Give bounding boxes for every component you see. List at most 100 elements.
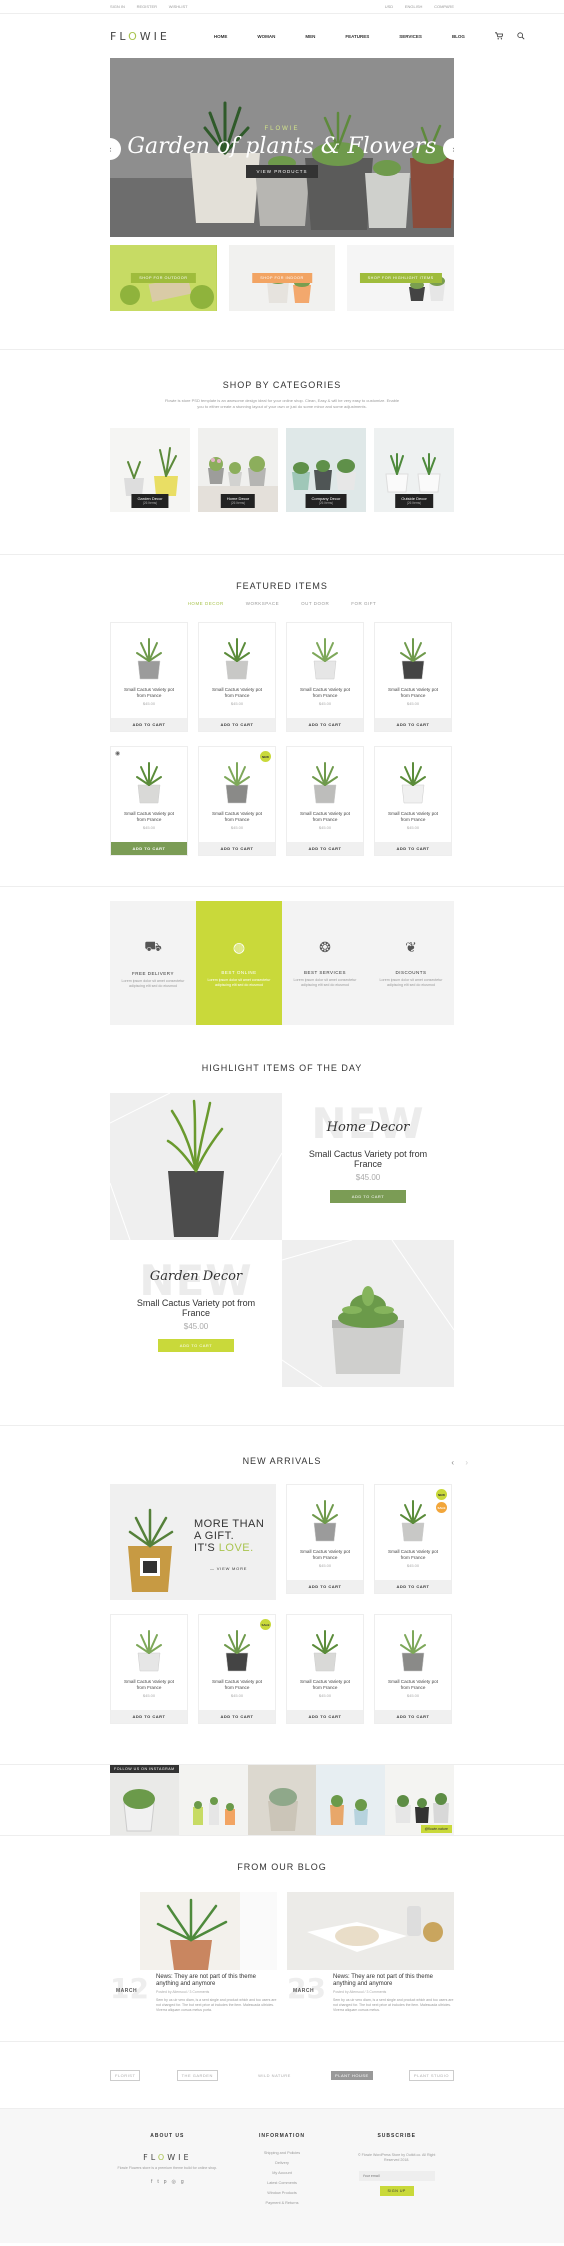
product-card[interactable]: Small Cactus Variety pot from France $45.… bbox=[110, 1614, 188, 1724]
view-more-link[interactable]: — VIEW MORE bbox=[210, 1566, 247, 1571]
register-link[interactable]: REGISTER bbox=[137, 4, 157, 9]
footer-link[interactable]: My Account bbox=[225, 2169, 340, 2177]
add-to-cart-button[interactable]: ADD TO CART bbox=[199, 718, 275, 731]
add-to-cart-button[interactable]: ADD TO CART bbox=[375, 1580, 451, 1593]
footer-link[interactable]: Delivery bbox=[225, 2159, 340, 2167]
add-to-cart-button[interactable]: ADD TO CART bbox=[287, 842, 363, 855]
product-card[interactable]: Small Cactus Variety pot from France $45.… bbox=[286, 1614, 364, 1724]
footer-link[interactable]: Window Products bbox=[225, 2189, 340, 2197]
instagram-photo[interactable] bbox=[247, 1765, 317, 1835]
nav-services[interactable]: SERVICES bbox=[399, 34, 422, 39]
instagram-photo[interactable] bbox=[178, 1765, 248, 1835]
highlight-script-title: Garden Decor bbox=[149, 1269, 243, 1284]
search-icon[interactable] bbox=[517, 32, 525, 40]
promo-highlight[interactable]: SHOP FOR HIGHLIGHT ITEMS bbox=[347, 245, 455, 311]
footer-about-text: Flowie Flowers store is a premium theme … bbox=[117, 2166, 218, 2170]
sign-up-button[interactable]: SIGN UP bbox=[379, 2186, 414, 2196]
instagram-icon[interactable]: ◎ bbox=[172, 2179, 176, 2185]
subscribe-email-input[interactable] bbox=[358, 2171, 435, 2181]
blog-cake-image bbox=[307, 1906, 443, 1952]
footer-logo[interactable]: FLOWIE bbox=[110, 2153, 225, 2162]
cart-icon[interactable] bbox=[494, 32, 503, 40]
nav-men[interactable]: MEN bbox=[305, 34, 315, 39]
language-select[interactable]: ENGLISH bbox=[405, 4, 423, 9]
shop-highlight-button[interactable]: SHOP FOR HIGHLIGHT ITEMS bbox=[359, 273, 442, 283]
add-to-cart-button[interactable]: ADD TO CART bbox=[287, 718, 363, 731]
add-to-cart-button[interactable]: ADD TO CART bbox=[287, 1710, 363, 1723]
arrivals-prev-icon[interactable]: ‹ bbox=[451, 1458, 454, 1467]
blog-post[interactable]: 23 MARCH News: They are not part of this … bbox=[287, 1892, 454, 2013]
site-logo[interactable]: FLOWIE bbox=[110, 30, 170, 43]
add-to-cart-button[interactable]: ADD TO CART bbox=[329, 1190, 407, 1203]
product-card[interactable]: Small Cactus Variety pot from France $45.… bbox=[286, 622, 364, 732]
blog-post-title[interactable]: News: They are not part of this theme an… bbox=[333, 1974, 454, 1988]
nav-features[interactable]: FEATURES bbox=[345, 34, 369, 39]
instagram-photo[interactable] bbox=[110, 1765, 179, 1835]
tab-for-gift[interactable]: FOR GIFT bbox=[351, 601, 376, 606]
add-to-cart-button[interactable]: ADD TO CART bbox=[111, 1710, 187, 1723]
product-card[interactable]: Small Cactus Variety pot from France $45.… bbox=[110, 622, 188, 732]
category-card[interactable]: Garden Decor (26 Items) bbox=[110, 428, 190, 512]
add-to-cart-button[interactable]: ADD TO CART bbox=[157, 1339, 235, 1352]
add-to-cart-button[interactable]: ADD TO CART bbox=[199, 842, 275, 855]
brand-logo[interactable]: PLANT STUDIO bbox=[408, 2069, 454, 2081]
add-to-cart-button[interactable]: ADD TO CART bbox=[111, 842, 187, 855]
highlight-name: Small Cactus Variety pot from France bbox=[308, 1149, 428, 1169]
category-card[interactable]: Outside Decor (26 Items) bbox=[374, 428, 454, 512]
add-to-cart-button[interactable]: ADD TO CART bbox=[199, 1710, 275, 1723]
promo-outdoor[interactable]: SHOP FOR OUTDOOR bbox=[110, 245, 217, 311]
arrivals-next-icon[interactable]: › bbox=[465, 1458, 468, 1467]
tab-workspace[interactable]: WORKSPACE bbox=[246, 601, 279, 606]
truck-icon: ⛟ bbox=[144, 937, 162, 954]
gift-banner[interactable]: MORE THAN A GIFT. IT'S LOVE. — VIEW MORE bbox=[110, 1484, 276, 1600]
instagram-follow-tag[interactable]: FOLLOW US ON INSTAGRAM bbox=[110, 1765, 179, 1773]
product-card[interactable]: Small Cactus Variety pot from France $45.… bbox=[374, 1484, 452, 1594]
view-products-button[interactable]: VIEW PRODUCTS bbox=[246, 165, 318, 178]
product-card[interactable]: Small Cactus Variety pot from France $45.… bbox=[374, 622, 452, 732]
blog-post[interactable]: 12 MARCH News: They are not part of this … bbox=[110, 1892, 277, 2013]
instagram-photo[interactable] bbox=[316, 1765, 386, 1835]
shop-indoor-button[interactable]: SHOP FOR INDOOR bbox=[252, 273, 312, 283]
product-card[interactable]: Small Cactus Variety pot from France $45.… bbox=[198, 746, 276, 856]
brand-logo[interactable]: THE GARDEN bbox=[176, 2069, 218, 2081]
add-to-cart-button[interactable]: ADD TO CART bbox=[287, 1580, 363, 1593]
product-card[interactable]: Small Cactus Variety pot from France $45.… bbox=[286, 1484, 364, 1594]
tab-home-decor[interactable]: HOME DECOR bbox=[188, 601, 224, 606]
footer-link[interactable]: Payment & Returns bbox=[225, 2199, 340, 2207]
product-card[interactable]: Small Cactus Variety pot from France $45.… bbox=[286, 746, 364, 856]
add-to-cart-button[interactable]: ADD TO CART bbox=[375, 842, 451, 855]
twitter-icon[interactable]: t bbox=[157, 2179, 158, 2185]
nav-home[interactable]: HOME bbox=[214, 34, 228, 39]
currency-select[interactable]: USD bbox=[385, 4, 393, 9]
product-card[interactable]: Small Cactus Variety pot from France $45.… bbox=[198, 622, 276, 732]
product-card[interactable]: Small Cactus Variety pot from France $45.… bbox=[374, 1614, 452, 1724]
tab-out-door[interactable]: OUT DOOR bbox=[301, 601, 329, 606]
sign-in-link[interactable]: SIGN IN bbox=[110, 4, 125, 9]
shop-outdoor-button[interactable]: SHOP FOR OUTDOOR bbox=[131, 273, 196, 283]
nav-woman[interactable]: WOMAN bbox=[257, 34, 275, 39]
facebook-icon[interactable]: f bbox=[151, 2179, 152, 2185]
brand-logo[interactable]: PLANT HOUSE bbox=[331, 2070, 373, 2080]
instagram-handle[interactable]: @flowie.nature bbox=[420, 1825, 452, 1833]
category-card[interactable]: Company Decor (26 Items) bbox=[286, 428, 366, 512]
blog-post-title[interactable]: News: They are not part of this theme an… bbox=[156, 1974, 277, 1988]
product-card[interactable]: Small Cactus Variety pot from France $45.… bbox=[374, 746, 452, 856]
footer-link[interactable]: Latest Comments bbox=[225, 2179, 340, 2187]
brand-logo[interactable]: WILD NATURE bbox=[254, 2071, 295, 2080]
category-card[interactable]: Home Decor (26 Items) bbox=[198, 428, 278, 512]
brand-logo[interactable]: FLORIST bbox=[110, 2069, 141, 2081]
promo-indoor[interactable]: SHOP FOR INDOOR bbox=[228, 245, 336, 311]
add-to-cart-button[interactable]: ADD TO CART bbox=[375, 718, 451, 731]
pinterest-icon[interactable]: p bbox=[164, 2179, 167, 2185]
google-plus-icon[interactable]: g bbox=[181, 2179, 184, 2185]
quick-view-icon[interactable]: ◉ bbox=[115, 750, 120, 757]
add-to-cart-button[interactable]: ADD TO CART bbox=[375, 1710, 451, 1723]
add-to-cart-button[interactable]: ADD TO CART bbox=[111, 718, 187, 731]
footer-link[interactable]: Shipping and Policies bbox=[225, 2149, 340, 2157]
product-card[interactable]: Small Cactus Variety pot from France $45.… bbox=[198, 1614, 276, 1724]
nav-blog[interactable]: BLOG bbox=[452, 34, 465, 39]
wishlist-link[interactable]: WISHLIST bbox=[169, 4, 188, 9]
product-card[interactable]: Small Cactus Variety pot from France $45.… bbox=[110, 746, 188, 856]
footer-copyright: © Flowie WordPress Store by Outkit.co. A… bbox=[357, 2153, 436, 2162]
compare-link[interactable]: COMPARE bbox=[434, 4, 454, 9]
